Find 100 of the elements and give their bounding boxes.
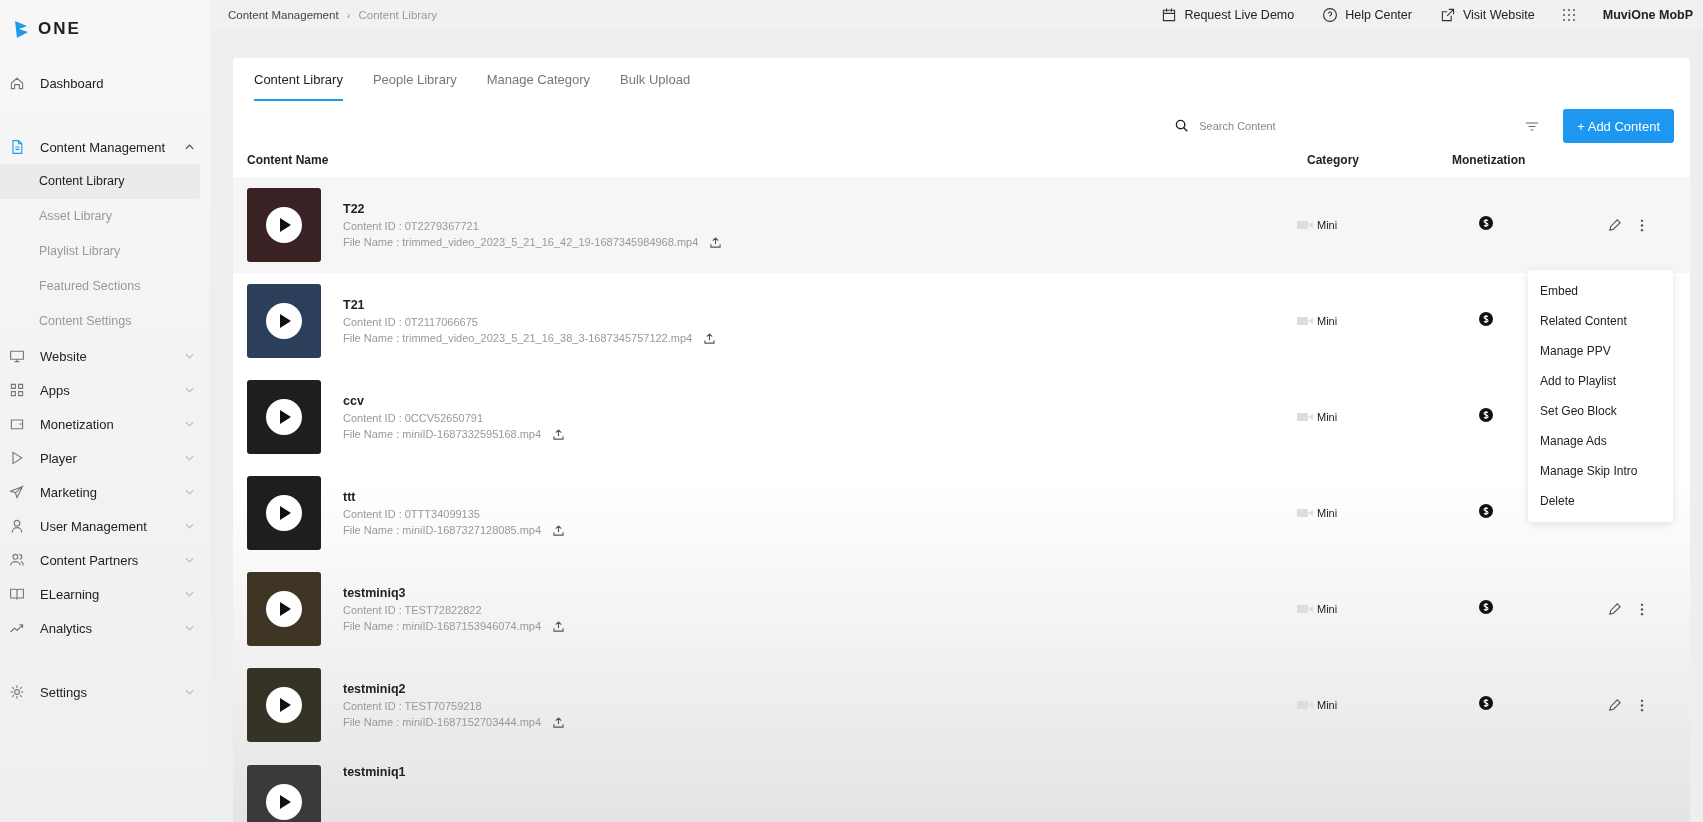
- book-icon: [9, 586, 25, 602]
- content-id: Content ID : 0T2279367721: [343, 220, 480, 232]
- file-name: File Name : miniID-1687153946074.mp4: [343, 620, 542, 632]
- sidebar-item[interactable]: User Management: [0, 509, 210, 543]
- content-id: Content ID : TEST70759218: [343, 700, 483, 712]
- top-link[interactable]: Visit Website: [1439, 7, 1535, 23]
- menu-item[interactable]: Delete: [1528, 486, 1673, 516]
- video-thumbnail[interactable]: [247, 188, 321, 262]
- sidebar-item[interactable]: Content Management: [0, 130, 210, 164]
- sidebar-item[interactable]: Monetization: [0, 407, 210, 441]
- video-thumbnail[interactable]: [247, 572, 321, 646]
- file-name: File Name : miniID-1687332595168.mp4: [343, 428, 542, 440]
- video-thumbnail[interactable]: [247, 765, 321, 822]
- sidebar-item[interactable]: Website: [0, 339, 210, 373]
- video-thumbnail[interactable]: [247, 380, 321, 454]
- grid-icon: [9, 382, 25, 398]
- upload-icon[interactable]: [704, 332, 716, 344]
- chevron-icon: [185, 387, 194, 393]
- breadcrumb-separator: ›: [346, 9, 351, 21]
- play-icon: [9, 450, 25, 466]
- tab[interactable]: Content Library: [254, 72, 343, 101]
- chevron-icon: [185, 455, 194, 461]
- play-icon[interactable]: [266, 495, 302, 531]
- sidebar-item[interactable]: Content Partners: [0, 543, 210, 577]
- tab[interactable]: People Library: [372, 72, 457, 101]
- video-thumbnail[interactable]: [247, 668, 321, 742]
- upload-icon[interactable]: [553, 524, 565, 536]
- top-link[interactable]: Request Live Demo: [1161, 7, 1295, 23]
- sidebar-subitem[interactable]: Content Library: [0, 164, 200, 199]
- breadcrumb-link[interactable]: Content Management: [228, 9, 339, 21]
- filter-icon[interactable]: [1525, 120, 1540, 132]
- play-icon[interactable]: [266, 303, 302, 339]
- content-title: T22: [343, 202, 366, 216]
- settings-icon: [9, 684, 25, 700]
- video-camera-icon: [1297, 508, 1313, 518]
- search-icon: [1175, 119, 1190, 133]
- chevron-icon: [185, 144, 194, 150]
- apps-grid-icon[interactable]: [1562, 9, 1575, 21]
- upload-icon[interactable]: [710, 236, 722, 248]
- help-icon: [1322, 7, 1339, 23]
- chevron-icon: [185, 591, 194, 597]
- logo-text: ONE: [38, 19, 81, 39]
- sidebar-item[interactable]: Dashboard: [0, 66, 210, 100]
- video-camera-icon: [1297, 604, 1313, 614]
- category-label: Mini: [1317, 603, 1338, 615]
- chevron-icon: [185, 489, 194, 495]
- play-icon[interactable]: [266, 687, 302, 723]
- column-header: Monetization: [1452, 153, 1526, 167]
- column-header: Category: [1307, 153, 1360, 167]
- menu-item[interactable]: Embed: [1528, 276, 1673, 306]
- content-title: testminiq1: [343, 765, 407, 779]
- pencil-icon[interactable]: [1607, 601, 1622, 617]
- sidebar-item[interactable]: Apps: [0, 373, 210, 407]
- tab[interactable]: Bulk Upload: [620, 72, 691, 101]
- upload-icon[interactable]: [553, 620, 565, 632]
- document-icon: [9, 139, 25, 155]
- video-camera-icon: [1297, 220, 1313, 230]
- paper-plane-icon: [9, 484, 25, 500]
- chevron-icon: [185, 625, 194, 631]
- play-icon[interactable]: [266, 591, 302, 627]
- upload-icon[interactable]: [553, 716, 565, 728]
- play-icon[interactable]: [266, 207, 302, 243]
- tab[interactable]: Manage Category: [486, 72, 591, 101]
- video-thumbnail[interactable]: [247, 476, 321, 550]
- play-icon[interactable]: [266, 784, 302, 820]
- monitor-icon: [9, 348, 25, 364]
- more-icon[interactable]: [1640, 602, 1644, 616]
- chevron-icon: [185, 353, 194, 359]
- content-id: Content ID : TEST72822822: [343, 604, 483, 616]
- menu-item[interactable]: Manage PPV: [1528, 336, 1673, 366]
- menu-item[interactable]: Related Content: [1528, 306, 1673, 336]
- sidebar-item[interactable]: Player: [0, 441, 210, 475]
- content-title: ttt: [343, 490, 357, 504]
- wallet-icon: [9, 416, 25, 432]
- sidebar-item[interactable]: ELearning: [0, 577, 210, 611]
- video-thumbnail[interactable]: [247, 284, 321, 358]
- upload-icon[interactable]: [553, 428, 565, 440]
- menu-item[interactable]: Add to Playlist: [1528, 366, 1673, 396]
- top-link[interactable]: Help Center: [1322, 7, 1412, 23]
- sidebar-item[interactable]: Settings: [0, 675, 210, 709]
- external-link-icon: [1439, 7, 1456, 23]
- menu-item[interactable]: Manage Skip Intro: [1528, 456, 1673, 486]
- user-icon: [9, 518, 25, 534]
- file-name: File Name : miniID-1687152703444.mp4: [343, 716, 542, 728]
- content-title: testminiq2: [343, 682, 407, 696]
- menu-item[interactable]: Manage Ads: [1528, 426, 1673, 456]
- content-id: Content ID : 0TTT34099135: [343, 508, 481, 520]
- sidebar-item[interactable]: Analytics: [0, 611, 210, 645]
- content-title: ccv: [343, 394, 365, 408]
- more-icon[interactable]: [1640, 218, 1644, 232]
- sidebar-item[interactable]: Marketing: [0, 475, 210, 509]
- menu-item[interactable]: Set Geo Block: [1528, 396, 1673, 426]
- pencil-icon[interactable]: [1607, 217, 1622, 233]
- account-menu[interactable]: MuviOne MobP: [1602, 8, 1693, 22]
- play-icon[interactable]: [266, 399, 302, 435]
- more-icon[interactable]: [1640, 698, 1644, 712]
- search-field[interactable]: Search Content: [1197, 119, 1502, 133]
- content-id: Content ID : 0T2117066675: [343, 316, 479, 328]
- pencil-icon[interactable]: [1607, 697, 1622, 713]
- category-label: Mini: [1317, 507, 1338, 519]
